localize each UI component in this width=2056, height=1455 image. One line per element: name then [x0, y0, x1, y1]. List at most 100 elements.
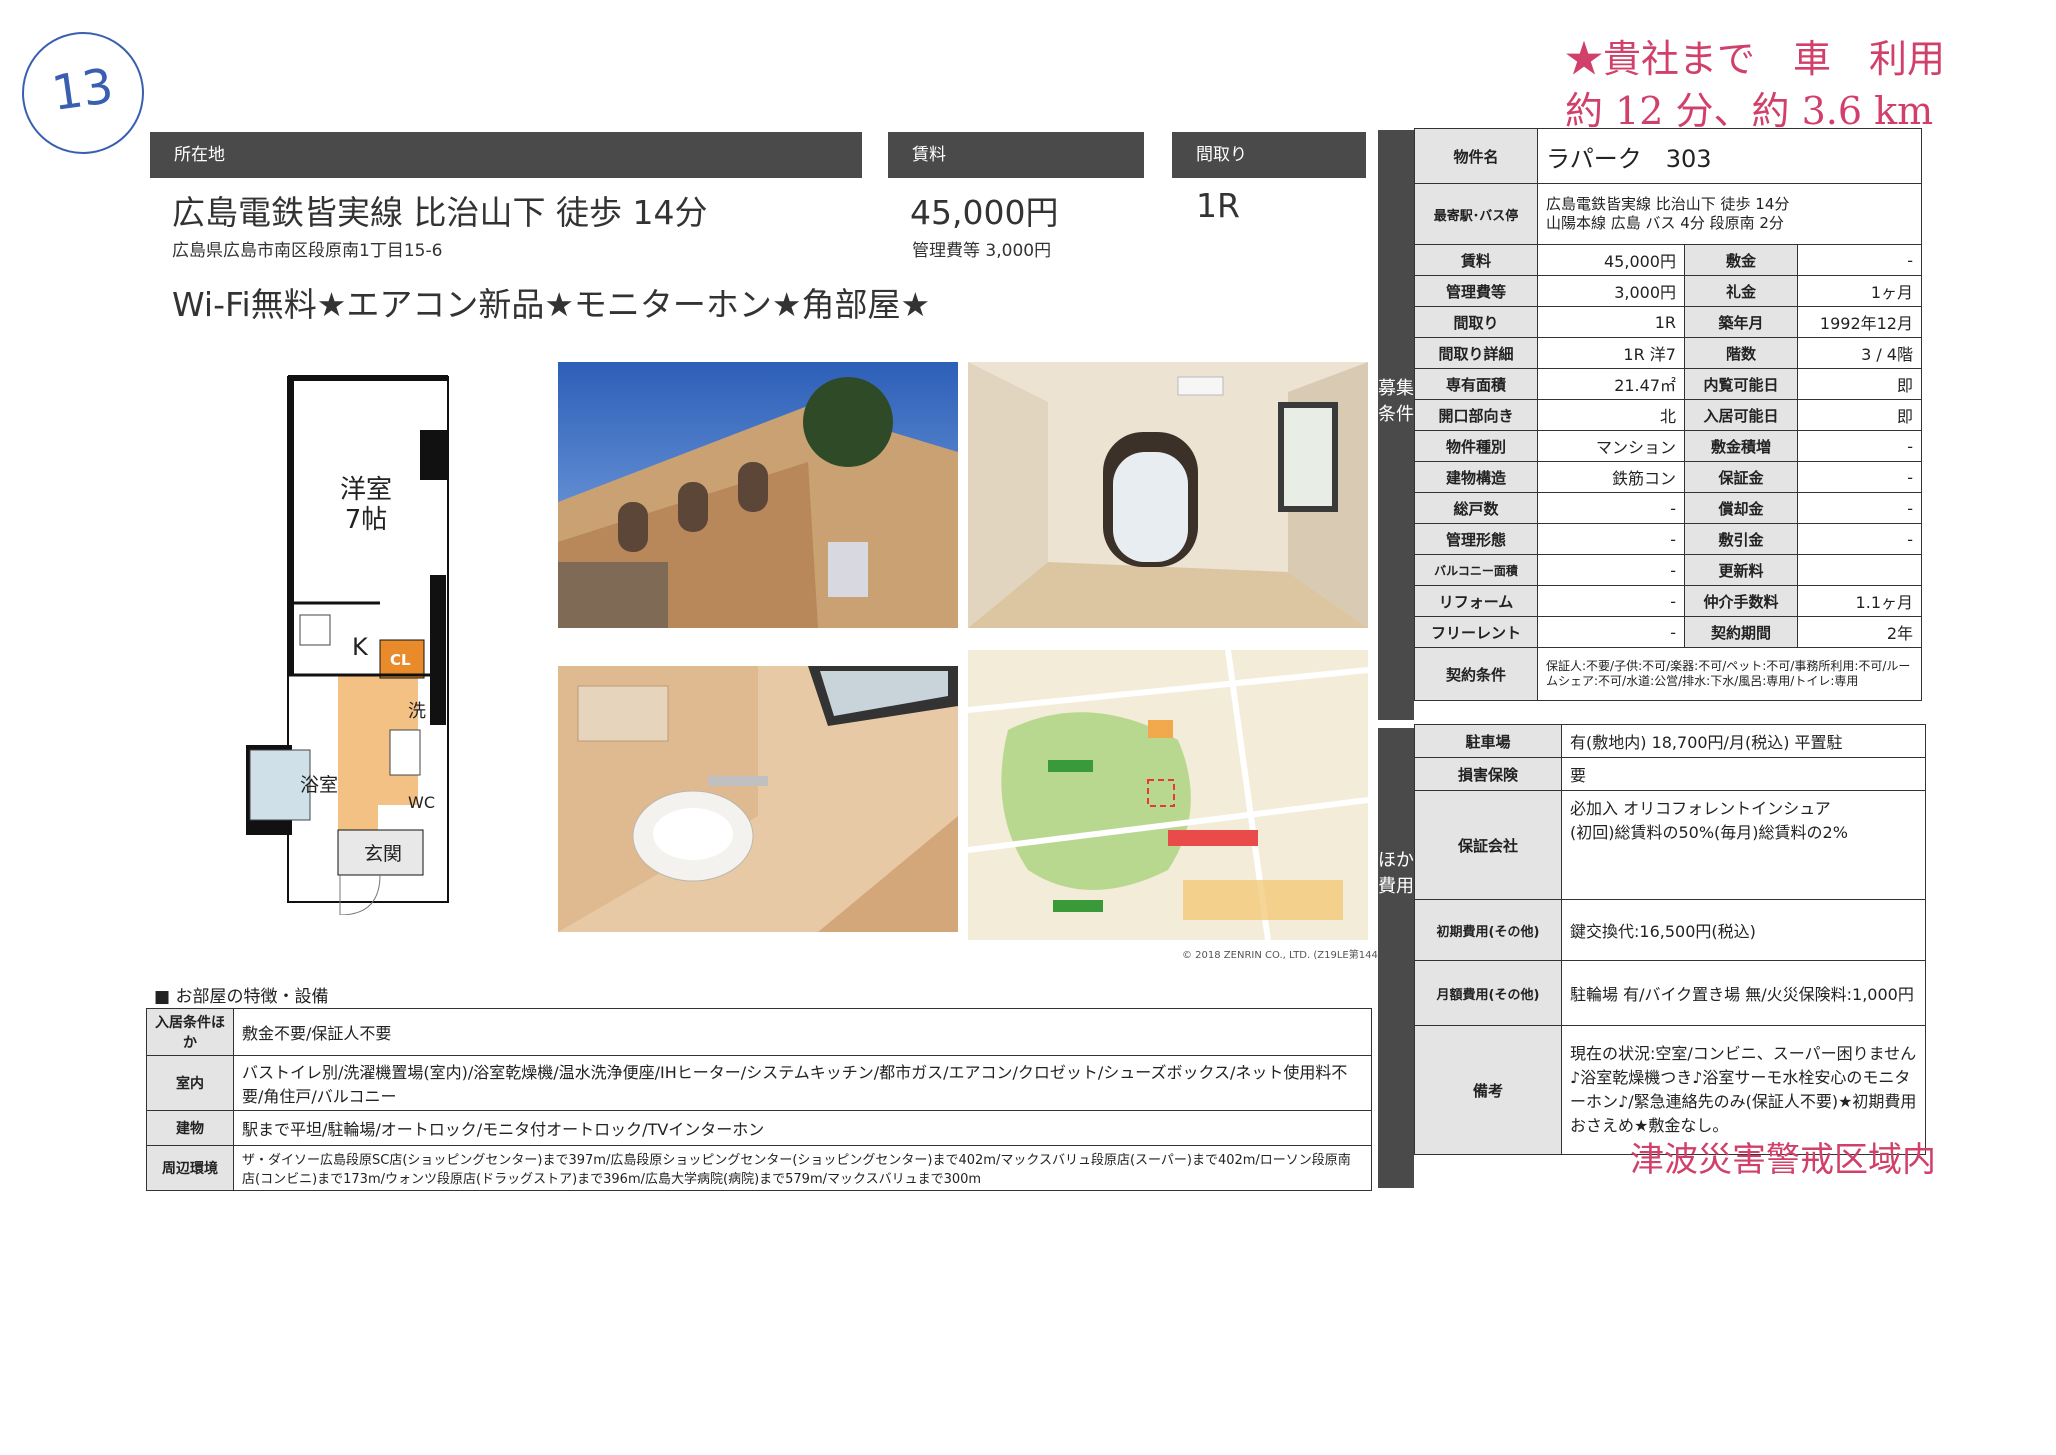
features-value: ザ・ダイソー広島段原SC店(ショッピングセンター)まで397m/広島段原ショッピ…	[233, 1145, 1372, 1191]
row-label: 契約期間	[1684, 616, 1798, 648]
row-label: 専有面積	[1414, 368, 1538, 400]
handwritten-note-line2: 約 12 分、約 3.6 km	[1565, 89, 1934, 133]
parking-value: 有(敷地内) 18,700円/月(税込) 平置駐	[1561, 724, 1926, 758]
insurance-value: 要	[1561, 757, 1926, 791]
table-row: フリーレント - 契約期間 2年	[1414, 616, 1922, 648]
row-value: 即	[1797, 399, 1922, 431]
table-row: 損害保険要	[1414, 757, 1926, 791]
remarks-label: 備考	[1414, 1025, 1562, 1155]
row-value: 即	[1797, 368, 1922, 400]
row-value	[1797, 554, 1922, 586]
table-row: 賃料 45,000円 敷金 -	[1414, 244, 1922, 276]
row-value: -	[1537, 585, 1685, 617]
row-label: 建物構造	[1414, 461, 1538, 493]
features-label: 建物	[146, 1110, 234, 1146]
table-row: 管理費等 3,000円 礼金 1ヶ月	[1414, 275, 1922, 307]
row-label: 仲介手数料	[1684, 585, 1798, 617]
table-row: 室内 バストイレ別/洗濯機置場(室内)/浴室乾燥機/温水洗浄便座/IHヒーター/シ…	[146, 1055, 1372, 1111]
row-value: -	[1797, 523, 1922, 555]
rent-value: 45,000円	[910, 193, 1059, 232]
room-interior-image	[968, 362, 1368, 628]
floorplan-washer: 洗	[408, 701, 426, 722]
row-value: -	[1537, 616, 1685, 648]
map-copyright: © 2018 ZENRIN CO., LTD. (Z19LE第1442号)	[1182, 950, 1399, 961]
row-label: 階数	[1684, 337, 1798, 369]
row-label: 開口部向き	[1414, 399, 1538, 431]
nearest-station-label: 最寄駅･バス停	[1414, 183, 1538, 245]
row-label: リフォーム	[1414, 585, 1538, 617]
row-label: 管理費等	[1414, 275, 1538, 307]
row-value: 3,000円	[1537, 275, 1685, 307]
area-map	[968, 650, 1368, 940]
features-value: 敷金不要/保証人不要	[233, 1008, 1372, 1056]
row-value: -	[1797, 244, 1922, 276]
features-heading: ■ お部屋の特徴・設備	[154, 987, 329, 1007]
row-value: マンション	[1537, 430, 1685, 462]
rent-label: 賃料	[888, 132, 1144, 178]
row-label: 更新料	[1684, 554, 1798, 586]
layout-label: 間取り	[1172, 132, 1366, 178]
table-row: バルコニー面積 - 更新料	[1414, 554, 1922, 586]
table-row: 間取り詳細 1R 洋7 階数 3 / 4階	[1414, 337, 1922, 369]
parking-label: 駐車場	[1414, 724, 1562, 758]
row-label: 保証金	[1684, 461, 1798, 493]
table-row: 保証会社 必加入 オリコフォレントインシュア (初回)総賃料の50%(毎月)総賃料…	[1414, 790, 1926, 900]
monthly-cost-label: 月額費用(その他)	[1414, 960, 1562, 1026]
row-value: 45,000円	[1537, 244, 1685, 276]
row-value: -	[1537, 523, 1685, 555]
table-row: 初期費用(その他) 鍵交換代:16,500円(税込)	[1414, 899, 1926, 961]
row-label: フリーレント	[1414, 616, 1538, 648]
row-value: 北	[1537, 399, 1685, 431]
initial-cost-value: 鍵交換代:16,500円(税込)	[1561, 899, 1926, 961]
management-fee: 管理費等 3,000円	[912, 241, 1052, 261]
nearest-station-line2: 山陽本線 広島 バス 4分 段原南 2分	[1546, 214, 1784, 232]
contract-conditions-label: 契約条件	[1414, 647, 1538, 701]
row-value: 21.47㎡	[1537, 368, 1685, 400]
row-label: 間取り詳細	[1414, 337, 1538, 369]
floorplan-wc: WC	[408, 793, 435, 812]
table-row: 間取り 1R 築年月 1992年12月	[1414, 306, 1922, 338]
area-map-image	[968, 650, 1368, 940]
row-label: 管理形態	[1414, 523, 1538, 555]
row-label: 内覧可能日	[1684, 368, 1798, 400]
table-row: 周辺環境 ザ・ダイソー広島段原SC店(ショッピングセンター)まで397m/広島段原…	[146, 1145, 1372, 1191]
handwritten-circle-number: 13	[14, 24, 152, 162]
table-row: 専有面積 21.47㎡ 内覧可能日即	[1414, 368, 1922, 400]
contract-conditions: 保証人:不要/子供:不可/楽器:不可/ペット:不可/事務所利用:不可/ルームシェ…	[1537, 647, 1922, 701]
recruit-conditions-side-label: 募集条件	[1378, 130, 1414, 720]
features-label: 入居条件ほか	[146, 1008, 234, 1056]
row-label: 敷引金	[1684, 523, 1798, 555]
table-row: 総戸数 - 償却金 -	[1414, 492, 1922, 524]
address: 広島県広島市南区段原南1丁目15-6	[172, 241, 443, 261]
bathroom-image	[558, 666, 958, 932]
table-row: 契約条件 保証人:不要/子供:不可/楽器:不可/ペット:不可/事務所利用:不可/…	[1414, 647, 1922, 701]
table-row: 建物構造 鉄筋コン 保証金 -	[1414, 461, 1922, 493]
table-row: 最寄駅･バス停 広島電鉄皆実線 比治山下 徒歩 14分 山陽本線 広島 バス 4…	[1414, 183, 1922, 245]
room-interior-photo	[968, 362, 1368, 628]
row-label: 入居可能日	[1684, 399, 1798, 431]
guarantor-label: 保証会社	[1414, 790, 1562, 900]
building-exterior-image	[558, 362, 958, 628]
property-name-label: 物件名	[1414, 128, 1538, 184]
row-value: 1.1ヶ月	[1797, 585, 1922, 617]
features-table: 入居条件ほか 敷金不要/保証人不要 室内 バストイレ別/洗濯機置場(室内)/浴室乾燥…	[146, 1008, 1372, 1191]
row-value: 3 / 4階	[1797, 337, 1922, 369]
row-value: 1R 洋7	[1537, 337, 1685, 369]
table-row: 月額費用(その他) 駐輪場 有/バイク置き場 無/火災保険料:1,000円	[1414, 960, 1926, 1026]
table-row: 開口部向き北入居可能日即	[1414, 399, 1922, 431]
tsunami-warning-stamp: 津波災害警戒区域内	[1630, 1140, 1936, 1180]
table-row: 管理形態 - 敷引金 -	[1414, 523, 1922, 555]
guarantor-value: 必加入 オリコフォレントインシュア (初回)総賃料の50%(毎月)総賃料の2%	[1561, 790, 1926, 900]
row-label: 築年月	[1684, 306, 1798, 338]
row-label: 総戸数	[1414, 492, 1538, 524]
table-row: 建物 駅まで平坦/駐輪場/オートロック/モニタ付オートロック/TVインターホン	[146, 1110, 1372, 1146]
table-row: 駐車場 有(敷地内) 18,700円/月(税込) 平置駐	[1414, 724, 1926, 758]
row-value: -	[1537, 492, 1685, 524]
station-access: 広島電鉄皆実線 比治山下 徒歩 14分	[172, 193, 708, 232]
floorplan-kitchen: K	[352, 633, 368, 661]
row-value: 1992年12月	[1797, 306, 1922, 338]
row-value: 1R	[1537, 306, 1685, 338]
row-value: -	[1797, 461, 1922, 493]
other-costs-side-label: ほか費用	[1378, 728, 1414, 1188]
row-label: 間取り	[1414, 306, 1538, 338]
